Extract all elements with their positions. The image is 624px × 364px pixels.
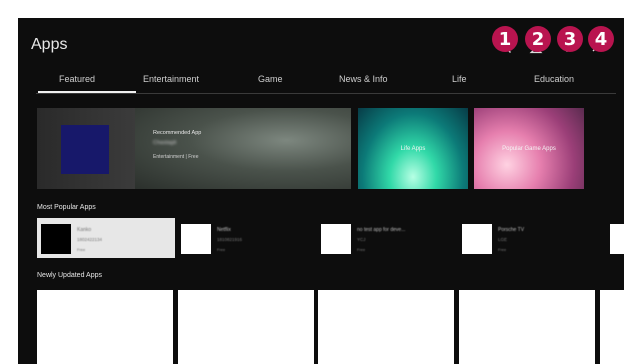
banner-featured-app[interactable] [37, 108, 135, 189]
app-icon [41, 224, 71, 254]
app-developer: 1802422134 [77, 237, 103, 242]
app-price: Free [77, 247, 86, 252]
tab-news-info[interactable]: News & Info [339, 74, 388, 84]
account-icon[interactable]: 2 [525, 26, 551, 56]
app-name: no test app for deve... [357, 227, 406, 233]
tab-life[interactable]: Life [452, 74, 467, 84]
tab-featured[interactable]: Featured [59, 74, 95, 84]
app-price: Free [217, 247, 226, 252]
banner-popular-game-apps[interactable]: Popular Game Apps [474, 108, 584, 189]
tab-entertainment[interactable]: Entertainment [143, 74, 199, 84]
updated-app-card[interactable] [37, 290, 173, 364]
banner-label: Recommended App [153, 130, 202, 136]
banner-life-apps[interactable]: Life Apps [358, 108, 468, 189]
popular-app-item[interactable]: no test app for deve... YCJ Free [317, 218, 457, 258]
updated-app-card[interactable] [178, 290, 314, 364]
toolbar: 1 2 3 4 [18, 18, 624, 78]
app-icon [181, 224, 211, 254]
tabs-divider [36, 93, 616, 94]
banner-recommended-app[interactable]: Recommended App Chastagit Entertainment … [135, 108, 351, 189]
apps-screen: Apps 1 2 3 4 Featured Entertainment Game… [18, 18, 624, 364]
updated-app-card[interactable] [600, 290, 624, 364]
more-options-icon[interactable]: 3 [557, 26, 583, 56]
app-developer: 1810821916 [217, 237, 243, 242]
section-title-newly-updated: Newly Updated Apps [37, 272, 102, 279]
badge-1: 1 [492, 26, 518, 52]
app-name: Kanko [77, 227, 92, 233]
updated-app-card[interactable] [459, 290, 595, 364]
app-developer: LGE [498, 237, 508, 242]
search-icon[interactable]: 1 [492, 26, 518, 56]
badge-4: 4 [588, 26, 614, 52]
most-popular-apps-row: Kanko 1802422134 Free Netflix 1810821916… [18, 218, 624, 258]
app-price: Free [498, 247, 507, 252]
app-name: Netflix [217, 227, 231, 233]
popular-app-item[interactable]: Porsche TV LGE Free [458, 218, 598, 258]
badge-3: 3 [557, 26, 583, 52]
app-developer: YCJ [357, 237, 366, 242]
app-price: Free [357, 247, 366, 252]
app-icon [321, 224, 351, 254]
app-name: Porsche TV [498, 227, 525, 233]
tab-game[interactable]: Game [258, 74, 283, 84]
popular-app-item[interactable] [606, 218, 624, 258]
tab-education[interactable]: Education [534, 74, 574, 84]
banner-app-name: Chastagit [153, 140, 177, 146]
section-title-most-popular: Most Popular Apps [37, 204, 96, 211]
app-thumbnail [61, 125, 109, 174]
close-icon[interactable]: 4 [588, 26, 614, 56]
popular-app-item[interactable]: Kanko 1802422134 Free [37, 218, 175, 258]
banner-game-label: Popular Game Apps [502, 146, 556, 152]
banner-life-label: Life Apps [400, 146, 426, 152]
updated-app-card[interactable] [318, 290, 454, 364]
banner-app-meta: Entertainment | Free [153, 154, 199, 160]
popular-app-item[interactable]: Netflix 1810821916 Free [177, 218, 315, 258]
app-icon [610, 224, 624, 254]
badge-2: 2 [525, 26, 551, 52]
app-icon [462, 224, 492, 254]
